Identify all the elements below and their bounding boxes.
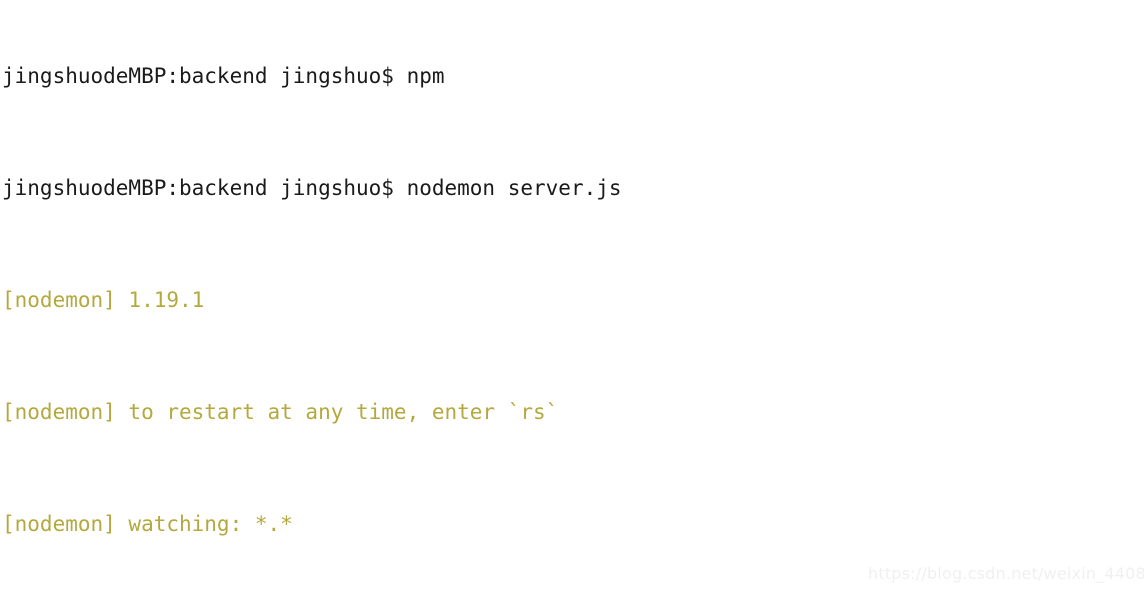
terminal-window[interactable]: jingshuodeMBP:backend jingshuo$ npm jing… [0,0,1144,598]
terminal-output: jingshuodeMBP:backend jingshuo$ npm jing… [2,0,963,598]
clipped-previous-line: jingshuodeMBP:backend jingshuo$ npm [2,64,445,88]
nodemon-version-line: [nodemon] 1.19.1 [2,288,205,312]
watermark-text: https://blog.csdn.net/weixin_44087528 [868,564,1144,583]
nodemon-watching-line: [nodemon] watching: *.* [2,512,293,536]
shell-prompt-line: jingshuodeMBP:backend jingshuo$ nodemon … [2,176,622,200]
nodemon-restart-hint-line: [nodemon] to restart at any time, enter … [2,400,559,424]
